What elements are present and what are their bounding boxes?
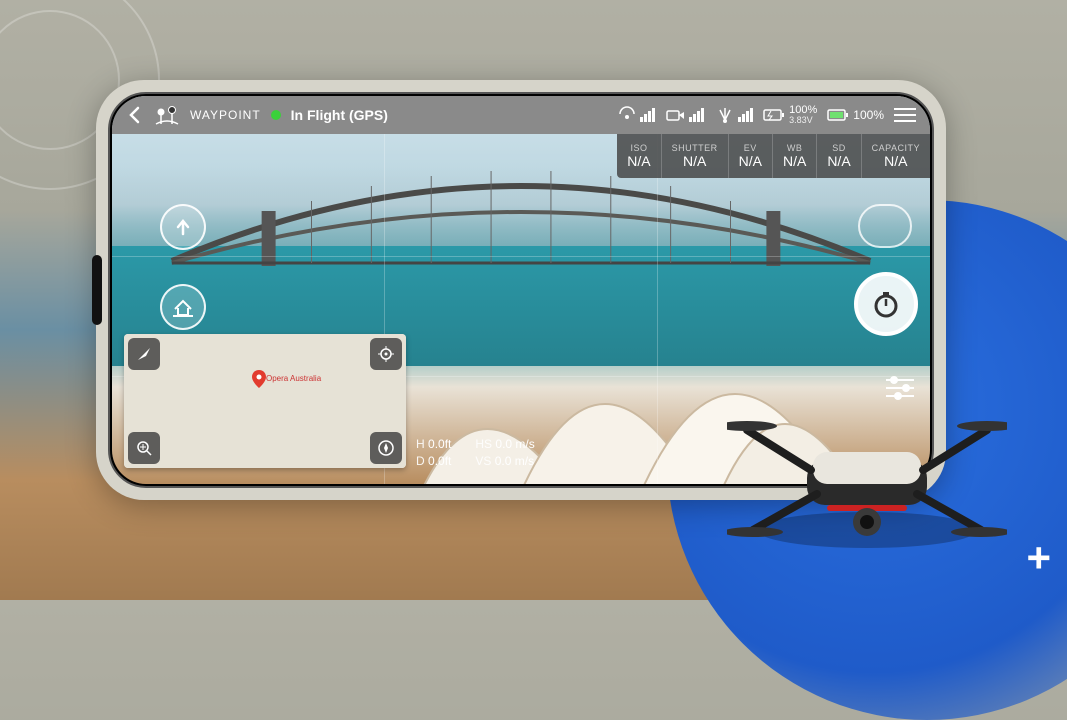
telemetry-readout: H 0.0ft HS 0.0 m/s D 0.0ft VS 0.0 m/s xyxy=(416,437,535,468)
map-orientation-button[interactable] xyxy=(128,338,160,370)
drone-battery[interactable]: 100% 3.83V xyxy=(763,105,817,125)
minimap[interactable]: Opera Australia xyxy=(124,334,406,468)
decorative-drone-image xyxy=(727,390,1007,560)
takeoff-button[interactable] xyxy=(160,204,206,250)
map-pin-icon xyxy=(252,370,264,382)
status-indicator-dot xyxy=(271,110,281,120)
camera-params-bar[interactable]: ISON/A SHUTTERN/A EVN/A WBN/A SDN/A CAPA… xyxy=(617,134,930,178)
rc-signal-icon[interactable] xyxy=(714,106,753,124)
map-zoom-button[interactable] xyxy=(128,432,160,464)
video-signal-icon[interactable] xyxy=(665,106,704,124)
map-compass-button[interactable] xyxy=(370,432,402,464)
drone-battery-volt: 3.83V xyxy=(789,116,817,125)
controller-battery[interactable]: 100% xyxy=(827,108,884,122)
flight-status: In Flight (GPS) xyxy=(291,107,388,123)
menu-button[interactable] xyxy=(894,108,916,122)
mode-label: WAYPOINT xyxy=(190,108,261,122)
waypoint-icon[interactable] xyxy=(154,104,180,126)
map-center-button[interactable] xyxy=(370,338,402,370)
return-home-button[interactable] xyxy=(160,284,206,330)
top-bar: WAYPOINT In Flight (GPS) 100% 3.83V xyxy=(112,96,930,134)
controller-battery-pct: 100% xyxy=(853,109,884,121)
map-pin-label: Opera Australia xyxy=(266,374,321,383)
shutter-button[interactable] xyxy=(854,272,918,336)
plus-icon: + xyxy=(1026,534,1051,582)
back-button[interactable] xyxy=(126,106,144,124)
gps-signal-icon[interactable] xyxy=(616,106,655,124)
photo-mode-toggle[interactable] xyxy=(858,204,912,248)
